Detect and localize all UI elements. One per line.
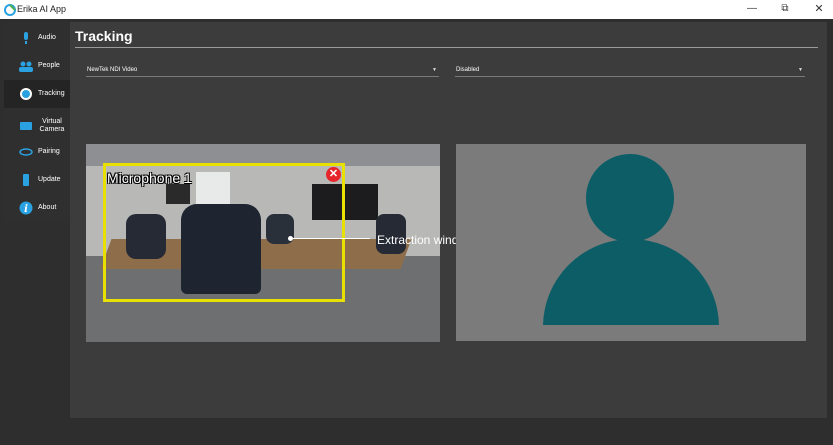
sidebar-item-audio[interactable]: Audio <box>4 24 70 52</box>
sidebar-item-people[interactable]: People <box>4 52 70 80</box>
tracking-mode-value: Disabled <box>456 67 480 73</box>
sidebar-item-about[interactable]: i About <box>4 194 70 222</box>
avatar-head-icon <box>586 154 674 242</box>
video-source-select[interactable]: NewTek NDI Video ▼ <box>86 66 439 77</box>
sidebar-item-label: Audio <box>38 34 56 41</box>
tracking-icon <box>20 88 32 100</box>
sidebar-item-update[interactable]: Update <box>4 166 70 194</box>
close-window-button[interactable]: ✕ <box>810 2 828 16</box>
title-divider <box>75 47 818 48</box>
update-icon <box>23 174 29 186</box>
sidebar-item-label: Tracking <box>38 90 65 97</box>
extraction-window-label: Microphone 1 <box>107 170 192 186</box>
avatar-body-icon <box>543 239 719 325</box>
microphone-icon <box>24 32 28 44</box>
sidebar-item-tracking[interactable]: Tracking <box>4 80 70 108</box>
title-bar: Erika AI App — ⧉ ✕ <box>0 0 833 19</box>
sidebar-item-virtual-camera[interactable]: Virtual Camera <box>4 112 70 140</box>
maximize-button[interactable]: ⧉ <box>776 2 794 16</box>
page-title: Tracking <box>75 28 133 44</box>
video-source-value: NewTek NDI Video <box>87 67 138 73</box>
chevron-down-icon: ▼ <box>798 67 803 73</box>
app-logo-icon <box>4 4 16 16</box>
sidebar-item-label: Pairing <box>38 148 60 155</box>
sidebar-item-label: About <box>38 204 57 211</box>
sidebar-item-pairing[interactable]: Pairing <box>4 138 70 166</box>
app-title: Erika AI App <box>17 4 67 14</box>
tracking-mode-select[interactable]: Disabled ▼ <box>455 66 805 77</box>
sidebar-item-label: Update <box>38 176 61 183</box>
sidebar-item-label: Virtual Camera <box>39 118 65 133</box>
link-icon <box>19 148 33 156</box>
sidebar-item-label: People <box>38 62 60 69</box>
svg-text:i: i <box>24 204 28 215</box>
extracted-view-placeholder <box>456 144 806 341</box>
info-icon: i <box>19 201 33 215</box>
minimize-button[interactable]: — <box>743 2 761 16</box>
annotation-pointer-line <box>290 238 370 239</box>
chevron-down-icon: ▼ <box>432 67 437 73</box>
camera-icon <box>20 122 32 130</box>
remove-extraction-button[interactable]: ✕ <box>326 167 341 182</box>
people-icon <box>19 61 33 72</box>
